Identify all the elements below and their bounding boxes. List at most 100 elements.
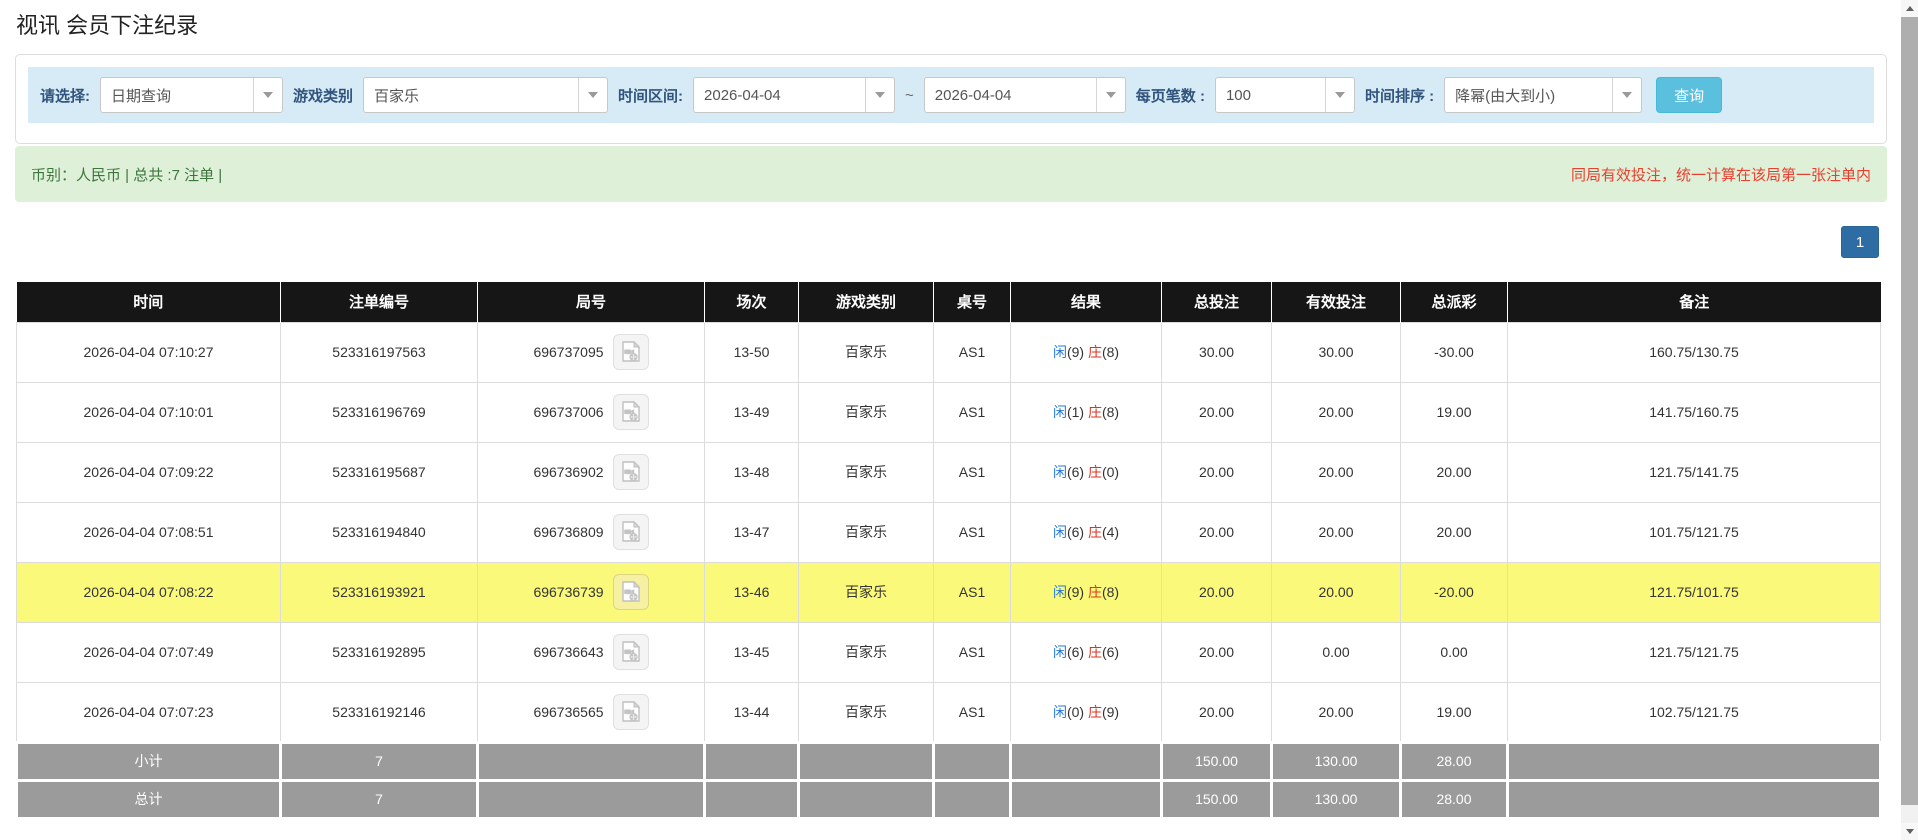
per-page-select[interactable]: 100 bbox=[1215, 77, 1355, 113]
cell-result: 闲(6) 庄(0) bbox=[1011, 442, 1162, 502]
col-total-bet: 总投注 bbox=[1162, 282, 1272, 322]
chevron-down-icon bbox=[865, 78, 894, 112]
cell-time: 2026-04-04 07:10:01 bbox=[17, 382, 281, 442]
result-player: 闲 bbox=[1053, 644, 1067, 660]
video-replay-button[interactable] bbox=[613, 574, 649, 610]
result-banker: 庄 bbox=[1088, 704, 1102, 720]
page-title: 视讯 会员下注纪录 bbox=[15, 0, 1887, 54]
result-banker-score: (8) bbox=[1102, 344, 1119, 360]
page-1-button[interactable]: 1 bbox=[1841, 226, 1879, 258]
result-player-score: (0) bbox=[1067, 704, 1088, 720]
result-banker-score: (8) bbox=[1102, 584, 1119, 600]
table-row: 2026-04-04 07:07:23523316192146696736565… bbox=[17, 682, 1881, 742]
scroll-down-button[interactable] bbox=[1901, 823, 1918, 840]
table-footer: 小计7150.00130.0028.00总计7150.00130.0028.00 bbox=[17, 742, 1881, 818]
game-type-select[interactable]: 百家乐 bbox=[363, 77, 608, 113]
sort-order-select[interactable]: 降幂(由大到小) bbox=[1444, 77, 1642, 113]
cell-remark: 141.75/160.75 bbox=[1508, 382, 1881, 442]
date-to-select[interactable]: 2026-04-04 bbox=[924, 77, 1126, 113]
cell-table-no: AS1 bbox=[934, 502, 1011, 562]
result-player-score: (6) bbox=[1067, 644, 1088, 660]
valid-bet-notice: 同局有效投注，统一计算在该局第一张注单内 bbox=[1571, 164, 1871, 185]
cell-time: 2026-04-04 07:08:51 bbox=[17, 502, 281, 562]
cell-table-no: AS1 bbox=[934, 322, 1011, 382]
video-replay-icon bbox=[621, 641, 641, 663]
cell-session: 13-46 bbox=[705, 562, 799, 622]
result-player: 闲 bbox=[1053, 404, 1067, 420]
cell-game-type: 百家乐 bbox=[799, 682, 934, 742]
col-game-type: 游戏类别 bbox=[799, 282, 934, 322]
vertical-scrollbar[interactable] bbox=[1901, 0, 1918, 840]
result-banker-score: (8) bbox=[1102, 404, 1119, 420]
result-banker: 庄 bbox=[1088, 464, 1102, 480]
col-valid-bet: 有效投注 bbox=[1272, 282, 1401, 322]
table-summary-row: 总计7150.00130.0028.00 bbox=[17, 780, 1881, 818]
cell-session: 13-49 bbox=[705, 382, 799, 442]
round-number: 696736809 bbox=[533, 524, 603, 540]
cell-time: 2026-04-04 07:10:27 bbox=[17, 322, 281, 382]
cell-bet-no: 523316195687 bbox=[281, 442, 478, 502]
range-tilde: ~ bbox=[905, 87, 914, 104]
cell-time: 2026-04-04 07:07:23 bbox=[17, 682, 281, 742]
date-from-select[interactable]: 2026-04-04 bbox=[693, 77, 895, 113]
video-replay-button[interactable] bbox=[613, 514, 649, 550]
result-banker: 庄 bbox=[1088, 584, 1102, 600]
cell-summary-valid-bet: 130.00 bbox=[1272, 780, 1401, 818]
cell-total-bet: 20.00 bbox=[1162, 382, 1272, 442]
cell-summary-count: 7 bbox=[281, 742, 478, 780]
cell-session: 13-47 bbox=[705, 502, 799, 562]
cell-remark bbox=[1508, 742, 1881, 780]
cell-round-no: 696736809 bbox=[478, 502, 705, 562]
arrow-up-icon bbox=[1906, 6, 1914, 11]
table-row: 2026-04-04 07:07:49523316192895696736643… bbox=[17, 622, 1881, 682]
search-button[interactable]: 查询 bbox=[1656, 77, 1722, 113]
result-banker: 庄 bbox=[1088, 404, 1102, 420]
time-range-label: 时间区间: bbox=[618, 85, 683, 106]
video-replay-button[interactable] bbox=[613, 634, 649, 670]
cell-table-no: AS1 bbox=[934, 442, 1011, 502]
table-body: 2026-04-04 07:10:27523316197563696737095… bbox=[17, 322, 1881, 742]
chevron-down-icon bbox=[1096, 78, 1125, 112]
video-replay-icon bbox=[621, 581, 641, 603]
result-player: 闲 bbox=[1053, 344, 1067, 360]
col-bet-no: 注单编号 bbox=[281, 282, 478, 322]
video-replay-button[interactable] bbox=[613, 694, 649, 730]
video-replay-button[interactable] bbox=[613, 394, 649, 430]
cell-session: 13-50 bbox=[705, 322, 799, 382]
query-type-select[interactable]: 日期查询 bbox=[100, 77, 283, 113]
cell-valid-bet: 20.00 bbox=[1272, 502, 1401, 562]
col-result: 结果 bbox=[1011, 282, 1162, 322]
scroll-up-button[interactable] bbox=[1901, 0, 1918, 17]
result-player: 闲 bbox=[1053, 464, 1067, 480]
cell-total-bet: 30.00 bbox=[1162, 322, 1272, 382]
result-banker-score: (9) bbox=[1102, 704, 1119, 720]
result-player-score: (1) bbox=[1067, 404, 1088, 420]
per-page-value: 100 bbox=[1216, 78, 1325, 112]
video-replay-button[interactable] bbox=[613, 334, 649, 370]
cell-result: 闲(6) 庄(6) bbox=[1011, 622, 1162, 682]
cell-valid-bet: 20.00 bbox=[1272, 682, 1401, 742]
round-number: 696736739 bbox=[533, 584, 603, 600]
cell-round-no: 696736902 bbox=[478, 442, 705, 502]
filter-panel: 请选择: 日期查询 游戏类别 百家乐 时间区间: 2026-04-04 ~ 20… bbox=[15, 54, 1887, 144]
video-replay-button[interactable] bbox=[613, 454, 649, 490]
round-number: 696736565 bbox=[533, 704, 603, 720]
date-to-value: 2026-04-04 bbox=[925, 78, 1096, 112]
cell-payout: 20.00 bbox=[1401, 502, 1508, 562]
result-banker-score: (0) bbox=[1102, 464, 1119, 480]
chevron-down-icon bbox=[253, 78, 282, 112]
cell-time: 2026-04-04 07:09:22 bbox=[17, 442, 281, 502]
cell-payout: -20.00 bbox=[1401, 562, 1508, 622]
cell-remark: 121.75/101.75 bbox=[1508, 562, 1881, 622]
cell-total-bet: 20.00 bbox=[1162, 502, 1272, 562]
per-page-label: 每页笔数 : bbox=[1136, 85, 1205, 106]
cell-payout: 0.00 bbox=[1401, 622, 1508, 682]
round-number: 696736902 bbox=[533, 464, 603, 480]
cell-payout: 19.00 bbox=[1401, 682, 1508, 742]
cell-payout: -30.00 bbox=[1401, 322, 1508, 382]
scrollbar-thumb[interactable] bbox=[1901, 17, 1918, 805]
cell-summary-count: 7 bbox=[281, 780, 478, 818]
cell-session bbox=[705, 742, 799, 780]
table-row: 2026-04-04 07:10:27523316197563696737095… bbox=[17, 322, 1881, 382]
cell-result: 闲(0) 庄(9) bbox=[1011, 682, 1162, 742]
